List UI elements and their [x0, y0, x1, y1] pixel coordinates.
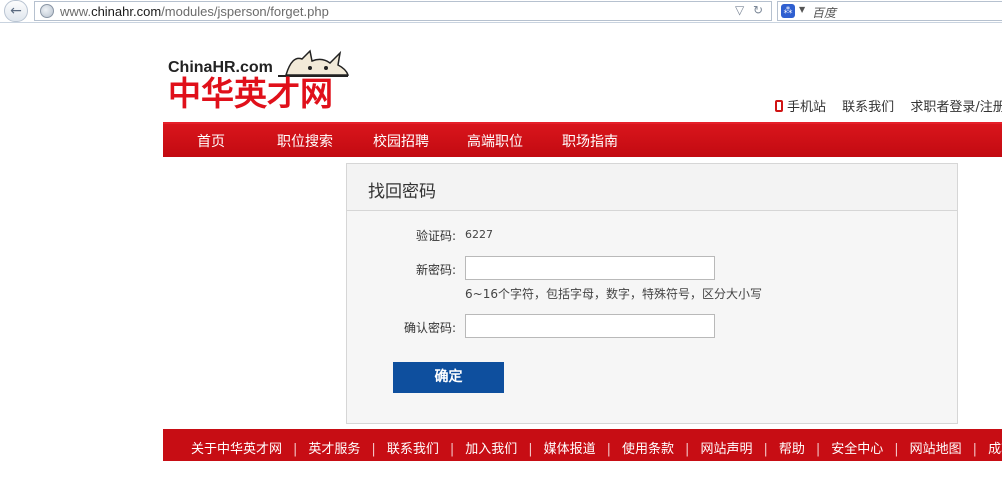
- baidu-paw-icon[interactable]: ⁂: [781, 4, 795, 18]
- mobile-site-link[interactable]: 手机站: [775, 100, 826, 115]
- footer-separator: |: [685, 442, 690, 457]
- footer-separator: |: [371, 442, 376, 457]
- new-password-label: 新密码:: [416, 263, 457, 277]
- footer-link-join[interactable]: 加入我们: [465, 442, 517, 457]
- browser-search-box[interactable]: ⁂ ▼ 百度: [777, 1, 1002, 21]
- footer-link-about[interactable]: 关于中华英才网: [191, 442, 282, 457]
- footer-links: 关于中华英才网 | 英才服务 | 联系我们 | 加入我们 | 媒体报道 | 使用条款 | 网站声明 | 帮助…: [191, 438, 1002, 457]
- footer-link-terms[interactable]: 使用条款: [622, 442, 674, 457]
- address-text[interactable]: www.chinahr.com/modules/jsperson/forget.…: [60, 4, 329, 19]
- footer-separator: |: [763, 442, 768, 457]
- footer-link-sitemap[interactable]: 网站地图: [910, 442, 962, 457]
- captcha-label: 验证码:: [416, 229, 457, 243]
- contact-us-link[interactable]: 联系我们: [842, 100, 894, 115]
- submit-button[interactable]: 确定: [393, 362, 504, 393]
- confirm-password-input[interactable]: [465, 314, 715, 338]
- browser-toolbar: ← www.chinahr.com/modules/jsperson/forge…: [0, 0, 1002, 23]
- footer-link-success[interactable]: 成功招聘: [988, 442, 1002, 457]
- footer-separator: |: [293, 442, 298, 457]
- address-bar[interactable]: www.chinahr.com/modules/jsperson/forget.…: [34, 1, 772, 21]
- header-links: 手机站 联系我们 求职者登录/注册: [775, 96, 1002, 115]
- footer-link-security[interactable]: 安全中心: [831, 442, 883, 457]
- footer-separator: |: [972, 442, 978, 457]
- reset-password-panel: 找回密码 验证码: 6227 新密码: 6~16个字符，包括字母，数字，特殊符号…: [346, 163, 958, 424]
- url-domain: chinahr.com: [91, 4, 162, 19]
- confirm-password-label: 确认密码:: [404, 321, 457, 335]
- password-hint: 6~16个字符，包括字母，数字，特殊符号，区分大小写: [465, 287, 762, 301]
- nav-item-career-guide[interactable]: 职场指南: [562, 131, 618, 151]
- nav-item-job-search[interactable]: 职位搜索: [277, 131, 333, 151]
- logo-chinese-text: 中华英才网: [168, 74, 333, 113]
- back-arrow-icon[interactable]: ←: [4, 0, 28, 22]
- nav-item-home[interactable]: 首页: [197, 131, 225, 151]
- panel-title: 找回密码: [368, 182, 436, 202]
- url-prefix: www.: [60, 4, 92, 19]
- footer-link-help[interactable]: 帮助: [779, 442, 805, 457]
- panel-header: 找回密码: [347, 164, 957, 211]
- footer-bar: 关于中华英才网 | 英才服务 | 联系我们 | 加入我们 | 媒体报道 | 使用条款 | 网站声明 | 帮助…: [163, 429, 1002, 461]
- dropdown-arrow-icon[interactable]: ▽: [735, 3, 744, 17]
- footer-link-statement[interactable]: 网站声明: [700, 442, 752, 457]
- login-register-link[interactable]: 求职者登录/注册: [910, 100, 1002, 115]
- search-engine-dropdown-icon[interactable]: ▼: [799, 5, 805, 14]
- footer-link-contact[interactable]: 联系我们: [387, 442, 439, 457]
- globe-icon: [40, 4, 54, 18]
- mobile-site-label: 手机站: [787, 100, 827, 115]
- mobile-phone-icon: [775, 100, 783, 112]
- new-password-input[interactable]: [465, 256, 715, 280]
- reload-icon[interactable]: ↻: [753, 3, 763, 17]
- footer-separator: |: [815, 442, 821, 457]
- footer-separator: |: [528, 442, 533, 457]
- footer-separator: |: [606, 442, 612, 457]
- main-nav: 首页 职位搜索 校园招聘 高端职位 职场指南: [163, 122, 1002, 157]
- url-path: /modules/jsperson/forget.php: [161, 4, 329, 19]
- footer-separator: |: [894, 442, 899, 457]
- search-placeholder: 百度: [812, 6, 837, 20]
- site-logo[interactable]: ChinaHR.com 中华英才网: [168, 49, 350, 115]
- nav-item-campus[interactable]: 校园招聘: [373, 131, 429, 151]
- nav-item-senior-jobs[interactable]: 高端职位: [467, 131, 523, 151]
- footer-separator: |: [449, 442, 455, 457]
- footer-link-media[interactable]: 媒体报道: [544, 442, 596, 457]
- footer-link-services[interactable]: 英才服务: [308, 442, 360, 457]
- captcha-value: 6227: [465, 228, 493, 241]
